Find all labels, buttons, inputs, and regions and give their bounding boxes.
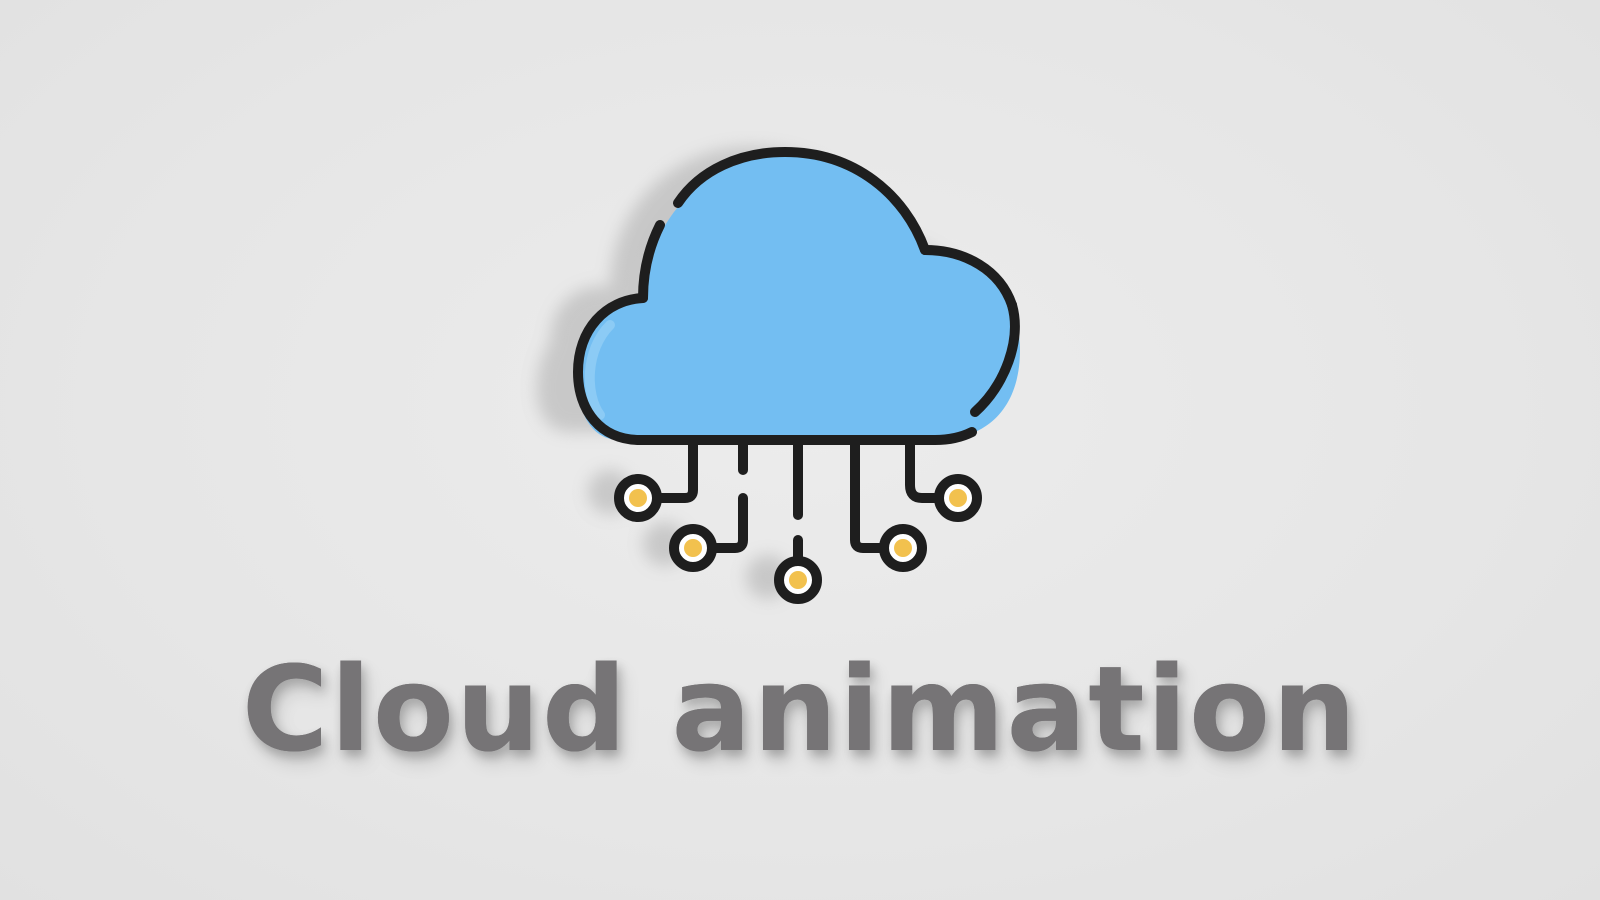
cloud-network-icon bbox=[536, 147, 1020, 604]
logo-title: Cloud animation bbox=[241, 640, 1359, 778]
logo-scene: Cloud animation bbox=[0, 0, 1600, 900]
